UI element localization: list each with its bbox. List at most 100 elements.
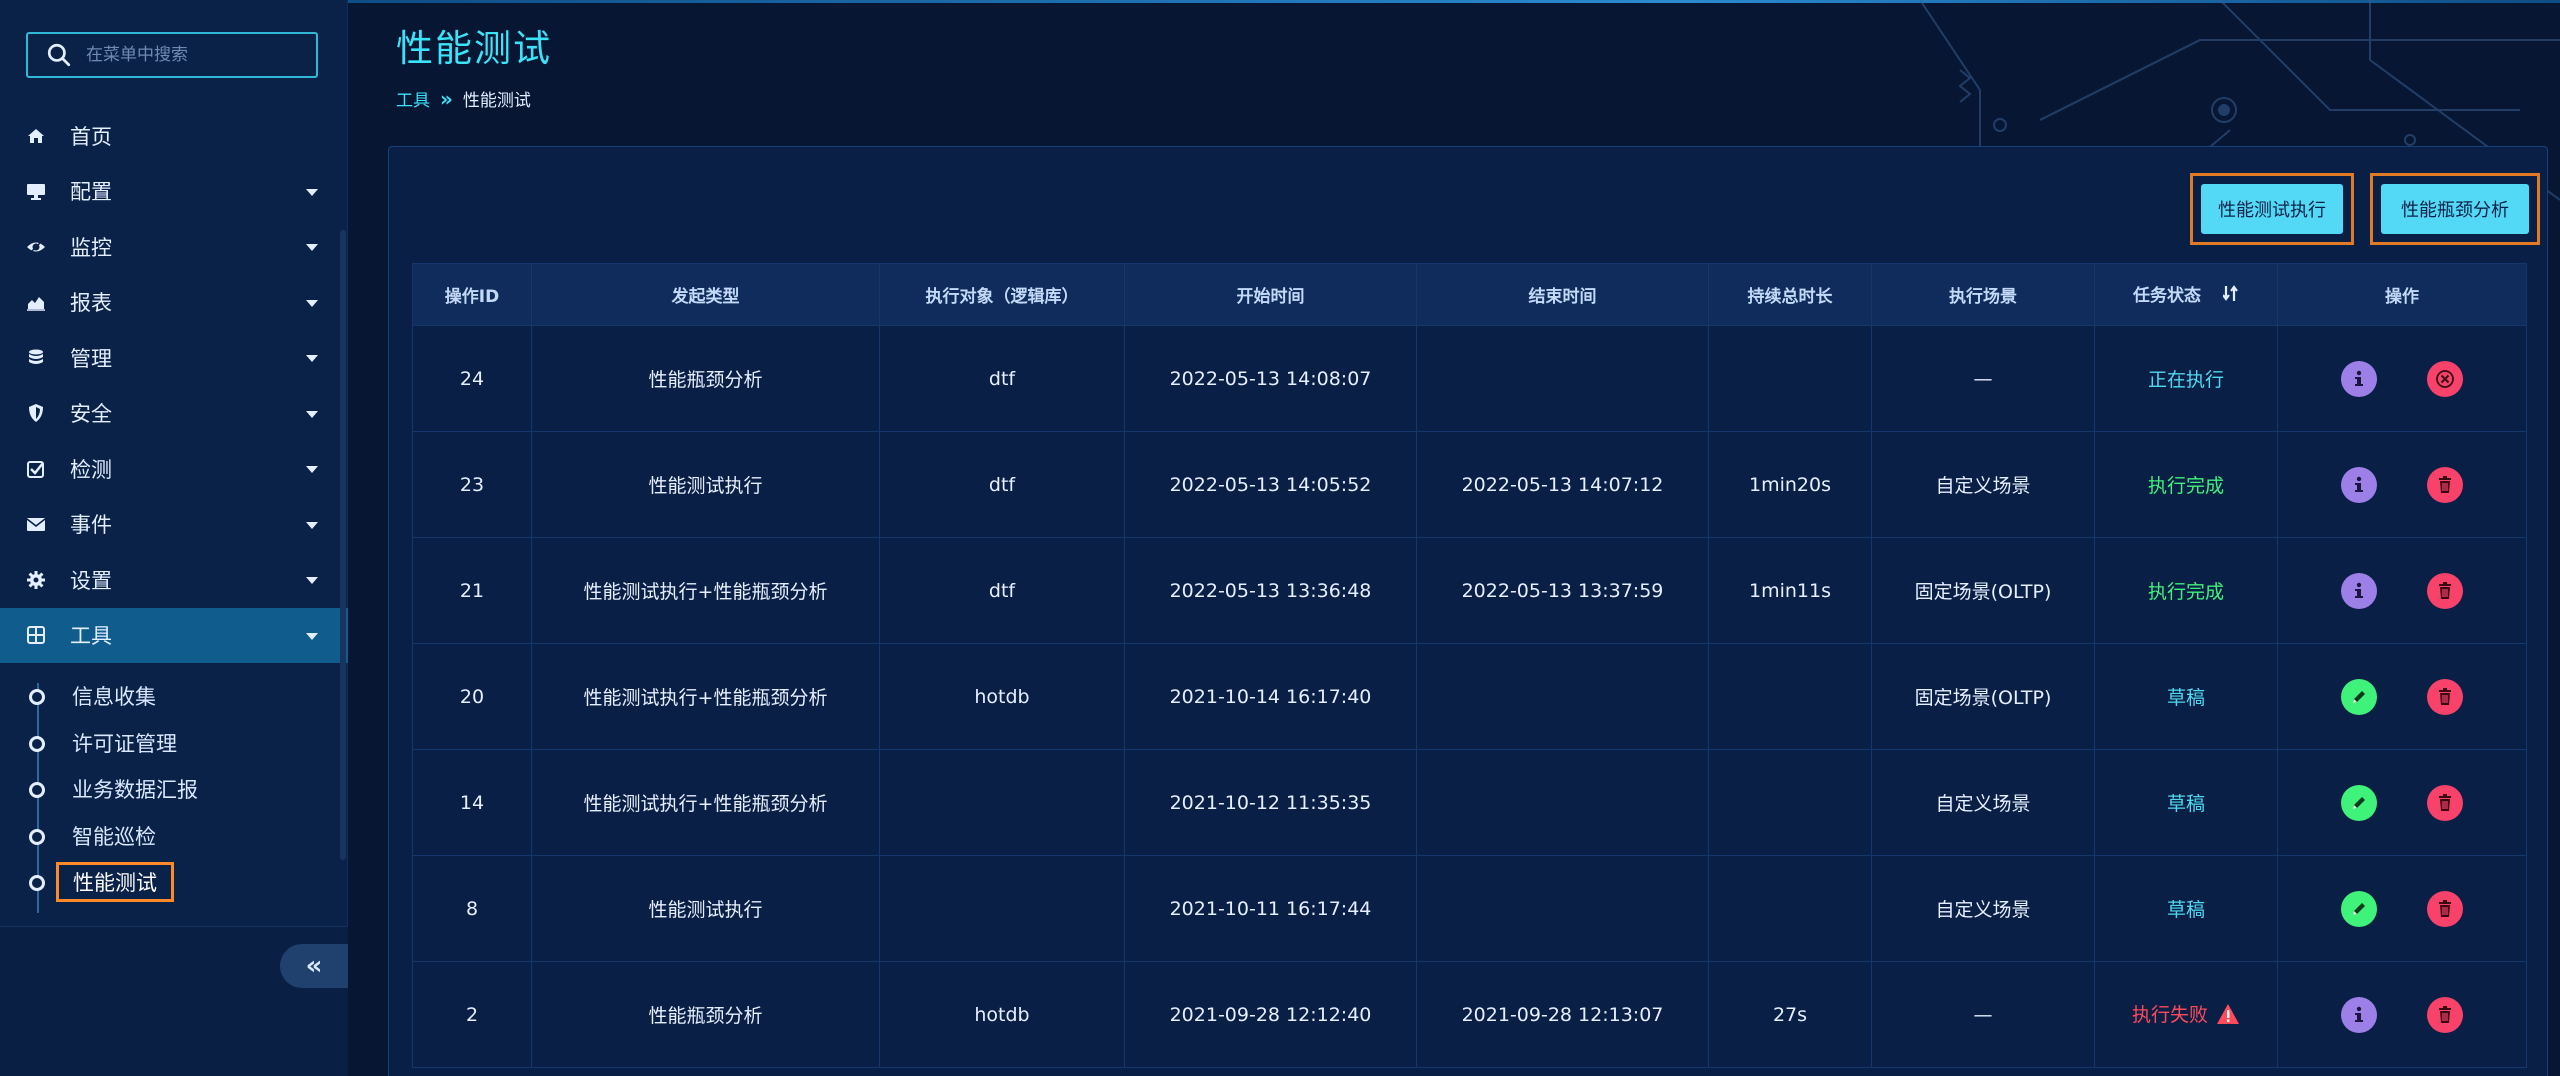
menu-search[interactable]	[26, 32, 318, 78]
delete-button[interactable]	[2427, 996, 2463, 1033]
header-actions: 操作	[2277, 263, 2527, 326]
status-text: 草稿	[2166, 899, 2205, 921]
sidebar-item-1[interactable]: 配置	[0, 164, 348, 220]
envelope-icon	[26, 514, 46, 534]
header-target: 执行对象（逻辑库）	[879, 263, 1125, 326]
trash-icon	[2434, 686, 2456, 708]
submenu-item-2[interactable]: 业务数据汇报	[0, 766, 348, 813]
caret-down-icon	[306, 632, 318, 640]
edit-button[interactable]	[2341, 890, 2377, 927]
sidebar-item-9[interactable]: 工具	[0, 607, 348, 663]
pencil-icon	[2348, 792, 2370, 814]
sidebar-item-label: 事件	[70, 513, 112, 538]
cell-id: 2	[412, 961, 532, 1068]
warning-icon[interactable]	[2216, 1003, 2240, 1030]
sidebar-item-label: 报表	[70, 291, 112, 316]
run-test-button-highlight: 性能测试执行	[2190, 173, 2354, 245]
delete-button[interactable]	[2427, 890, 2463, 927]
sidebar-item-7[interactable]: 事件	[0, 497, 348, 553]
row-actions	[2278, 466, 2526, 503]
sidebar-item-8[interactable]: 设置	[0, 552, 348, 608]
cell-type: 性能测试执行+性能瓶颈分析	[531, 537, 880, 644]
info-button[interactable]	[2341, 360, 2377, 397]
cell-scene: 自定义场景	[1871, 749, 2095, 856]
delete-button[interactable]	[2427, 572, 2463, 609]
sidebar-item-6[interactable]: 检测	[0, 441, 348, 497]
table-row: 2 性能瓶颈分析 hotdb 2021-09-28 12:12:40 2021-09-2…	[412, 961, 2527, 1068]
breadcrumb-parent-link[interactable]: 工具	[396, 86, 430, 111]
pencil-icon	[2348, 898, 2370, 920]
checkbox-icon	[26, 459, 46, 479]
submenu-item-1[interactable]: 许可证管理	[0, 720, 348, 767]
breadcrumb-current: 性能测试	[462, 91, 531, 111]
sidebar-item-0[interactable]: 首页	[0, 108, 348, 164]
sidebar-scrollbar[interactable]	[340, 230, 346, 860]
trash-icon	[2434, 1004, 2456, 1026]
cancel-button[interactable]	[2427, 360, 2463, 397]
gear-icon	[26, 570, 46, 590]
submenu-item-label: 许可证管理	[72, 731, 177, 756]
info-icon	[2348, 1004, 2370, 1026]
cell-duration	[1708, 855, 1872, 962]
cell-target: dtf	[879, 537, 1125, 644]
submenu-item-3[interactable]: 智能巡检	[0, 813, 348, 860]
header-scene: 执行场景	[1871, 263, 2095, 326]
info-button[interactable]	[2341, 572, 2377, 609]
sort-icon[interactable]	[2222, 284, 2239, 308]
cell-end: 2022-05-13 14:07:12	[1416, 431, 1709, 538]
info-icon	[2348, 474, 2370, 496]
cell-actions	[2277, 643, 2527, 750]
delete-button[interactable]	[2427, 466, 2463, 503]
table-row: 20 性能测试执行+性能瓶颈分析 hotdb 2021-10-14 16:17:40 固…	[412, 643, 2527, 750]
edit-button[interactable]	[2341, 678, 2377, 715]
collapse-sidebar-button[interactable]: «	[280, 944, 348, 988]
cell-actions	[2277, 855, 2527, 962]
cell-target	[879, 855, 1125, 962]
sidebar-item-5[interactable]: 安全	[0, 386, 348, 442]
sidebar-item-label: 配置	[70, 180, 112, 205]
info-button[interactable]	[2341, 466, 2377, 503]
info-icon	[2348, 368, 2370, 390]
submenu-item-label: 信息收集	[72, 685, 156, 710]
delete-button[interactable]	[2427, 784, 2463, 821]
run-performance-test-button[interactable]: 性能测试执行	[2201, 184, 2343, 234]
sidebar-item-3[interactable]: 报表	[0, 275, 348, 331]
submenu-item-label: 智能巡检	[72, 824, 156, 849]
cell-actions	[2277, 325, 2527, 432]
bottleneck-analysis-button[interactable]: 性能瓶颈分析	[2381, 184, 2529, 234]
cell-scene: 自定义场景	[1871, 855, 2095, 962]
side-menu: 首页配置监控报表管理 安全 检测事件设置 工具信息收集许可证管理业务数据汇报智能巡检性…	[0, 108, 348, 913]
submenu-item-4[interactable]: 性能测试	[0, 859, 348, 906]
edit-button[interactable]	[2341, 784, 2377, 821]
cell-type: 性能瓶颈分析	[531, 325, 880, 432]
submenu-item-0[interactable]: 信息收集	[0, 673, 348, 720]
header-status-label: 任务状态	[2133, 286, 2201, 307]
caret-down-icon	[306, 521, 318, 529]
row-actions	[2278, 572, 2526, 609]
delete-button[interactable]	[2427, 678, 2463, 715]
bullet-icon	[29, 875, 45, 891]
cell-target	[879, 749, 1125, 856]
area-chart-icon	[26, 292, 46, 312]
search-input[interactable]	[86, 45, 306, 65]
cell-end: 2022-05-13 13:37:59	[1416, 537, 1709, 644]
sidebar-item-4[interactable]: 管理	[0, 330, 348, 386]
cell-status: 草稿	[2094, 749, 2278, 856]
row-actions	[2278, 996, 2526, 1033]
table-row: 24 性能瓶颈分析 dtf 2022-05-13 14:08:07 — 正在执行	[412, 325, 2527, 432]
close-circle-icon	[2434, 368, 2456, 390]
bullet-icon	[29, 828, 45, 845]
sidebar-item-2[interactable]: 监控	[0, 219, 348, 275]
cell-status: 执行失败	[2094, 961, 2278, 1068]
cell-start: 2022-05-13 14:05:52	[1124, 431, 1417, 538]
status-text: 执行失败	[2131, 1003, 2208, 1026]
header-status[interactable]: 任务状态	[2094, 263, 2278, 326]
info-button[interactable]	[2341, 996, 2377, 1033]
cell-target: hotdb	[879, 643, 1125, 750]
home-icon	[26, 126, 46, 146]
trash-icon	[2434, 580, 2456, 602]
cell-actions	[2277, 537, 2527, 644]
status-text: 草稿	[2166, 687, 2205, 709]
row-actions	[2278, 360, 2526, 397]
cell-target: hotdb	[879, 961, 1125, 1068]
